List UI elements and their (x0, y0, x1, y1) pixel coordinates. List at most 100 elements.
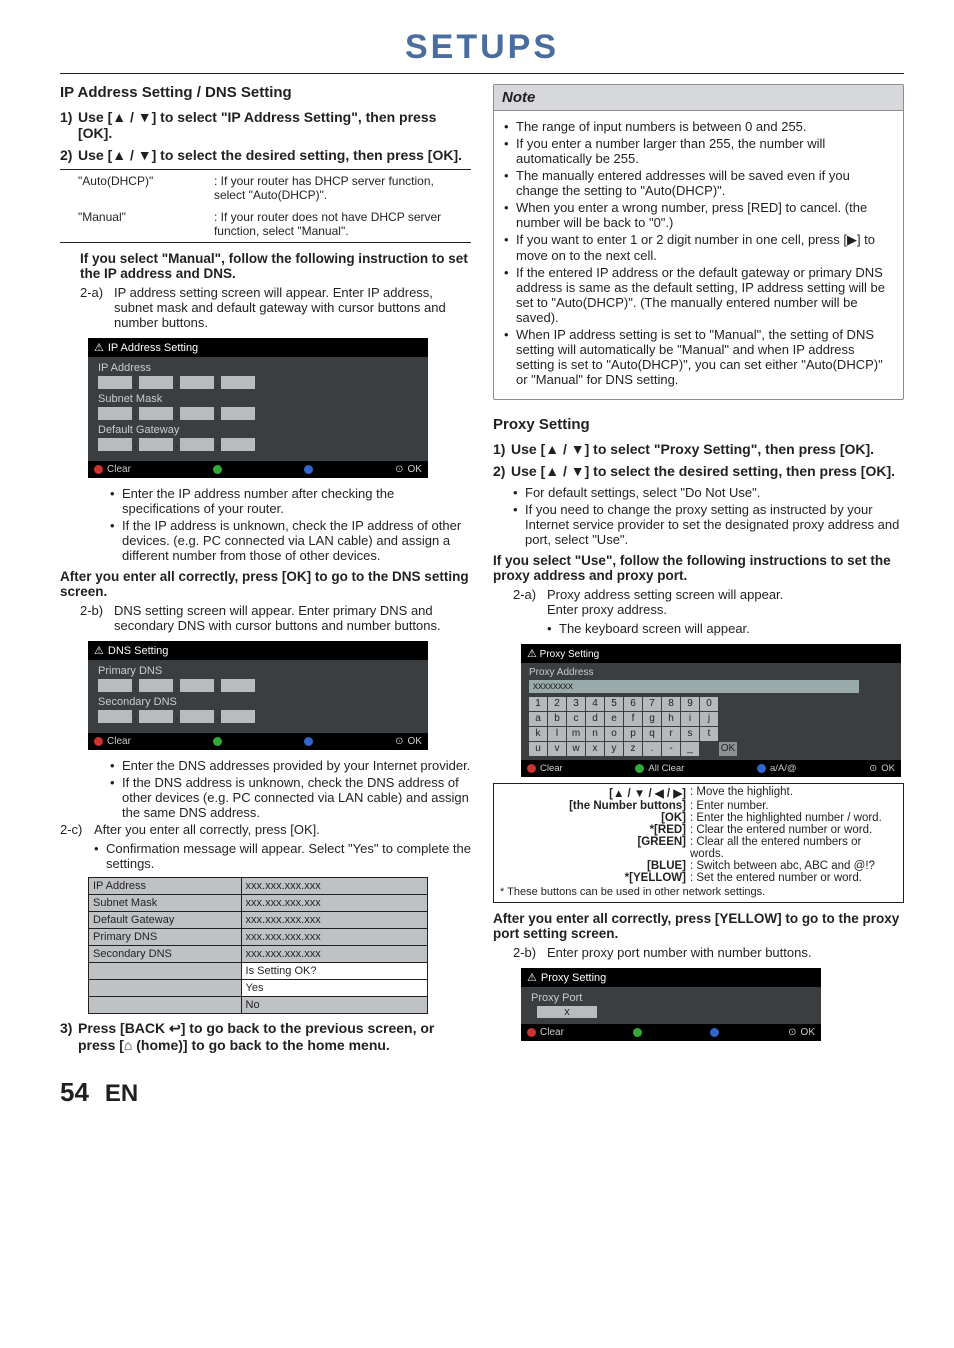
step-number: 2) (60, 147, 78, 163)
keyboard-key[interactable]: s (681, 727, 699, 741)
table-row: "Auto(DHCP)": If your router has DHCP se… (60, 170, 471, 207)
after-ip-head: After you enter all correctly, press [OK… (60, 569, 471, 599)
proxy-port-value[interactable]: x (537, 1006, 597, 1018)
keyboard-key[interactable]: q (643, 727, 661, 741)
keyboard-key[interactable]: . (643, 742, 661, 756)
keyboard-key[interactable]: w (567, 742, 585, 756)
keyboard-key[interactable]: x (586, 742, 604, 756)
screen-title: DNS Setting (108, 645, 169, 657)
table-row: Secondary DNSxxx.xxx.xxx.xxx (89, 946, 428, 963)
keyboard-key[interactable]: u (529, 742, 547, 756)
use-instruction: If you select "Use", follow the followin… (493, 553, 904, 583)
blue-icon (304, 465, 313, 474)
list-item: Confirmation message will appear. Select… (94, 841, 471, 871)
blue-icon (757, 764, 766, 773)
step-1: 1) Use [▲ / ▼] to select "IP Address Set… (60, 109, 471, 141)
keyboard-key[interactable]: r (662, 727, 680, 741)
cell-name: "Manual" (60, 206, 208, 243)
keyboard-key[interactable]: n (586, 727, 604, 741)
ip-row[interactable]: ... (98, 710, 418, 723)
ip-row[interactable]: ... (98, 438, 418, 451)
keyboard-key[interactable]: h (662, 712, 680, 726)
screen-title: Proxy Setting (541, 972, 606, 984)
keyboard-key[interactable]: d (586, 712, 604, 726)
keyboard-key[interactable]: e (605, 712, 623, 726)
keyboard-key[interactable]: v (548, 742, 566, 756)
cell-desc: : If your router does not have DHCP serv… (208, 206, 471, 243)
list-item: Enter the DNS addresses provided by your… (110, 758, 471, 773)
keyboard-key[interactable]: OK (719, 742, 737, 756)
list-item: The manually entered addresses will be s… (504, 168, 893, 198)
substep-num: 2-c) (60, 822, 94, 837)
cell-name: "Auto(DHCP)" (60, 170, 208, 207)
field-label: Secondary DNS (98, 696, 418, 708)
proxy-substep-2a: 2-a) Proxy address setting screen will a… (513, 587, 904, 617)
keyboard-key[interactable]: 9 (681, 697, 699, 711)
after-proxy-head: After you enter all correctly, press [YE… (493, 911, 904, 941)
green-icon (633, 1028, 642, 1037)
keyboard-key[interactable]: _ (681, 742, 699, 756)
keyboard-key[interactable]: y (605, 742, 623, 756)
keyboard-key[interactable]: 6 (624, 697, 642, 711)
step-2: 2) Use [▲ / ▼] to select the desired set… (60, 147, 471, 163)
page-title: SETUPS (60, 28, 904, 67)
keyboard-key[interactable]: g (643, 712, 661, 726)
red-icon (527, 764, 536, 773)
table-row: No (89, 997, 428, 1014)
keyboard-key[interactable]: f (624, 712, 642, 726)
keyboard-key[interactable]: z (624, 742, 642, 756)
substep-2c: 2-c) After you enter all correctly, pres… (60, 822, 471, 837)
step-text: Use [▲ / ▼] to select "IP Address Settin… (78, 109, 471, 141)
screen-title: Proxy Setting (540, 649, 599, 660)
keyboard-key[interactable]: c (567, 712, 585, 726)
keyboard-key[interactable]: t (700, 727, 718, 741)
allclear-hint: All Clear (635, 763, 684, 774)
keyboard-key[interactable]: 8 (662, 697, 680, 711)
keyboard-key[interactable]: 1 (529, 697, 547, 711)
keyboard-grid[interactable]: 1234567890 abcdefghij klmnopqrst uvwxyz.-_ O… (529, 697, 893, 756)
keyboard-key[interactable]: b (548, 712, 566, 726)
keyboard-key[interactable]: 3 (567, 697, 585, 711)
step-text: Use [▲ / ▼] to select "Proxy Setting", t… (511, 441, 904, 457)
keyboard-key[interactable]: o (605, 727, 623, 741)
keyboard-key[interactable]: p (624, 727, 642, 741)
keyboard-key[interactable]: 5 (605, 697, 623, 711)
right-column: Note The range of input numbers is betwe… (493, 84, 904, 1059)
ip-row[interactable]: ... (98, 407, 418, 420)
keyboard-key[interactable]: m (567, 727, 585, 741)
page-number: 54 (60, 1077, 89, 1108)
ip-row[interactable]: ... (98, 679, 418, 692)
ip-row[interactable]: ... (98, 376, 418, 389)
page-language: EN (105, 1080, 138, 1108)
proxy-address-value[interactable]: xxxxxxxx (529, 680, 859, 693)
red-icon (527, 1028, 536, 1037)
substep-text: IP address setting screen will appear. E… (114, 285, 471, 330)
clear-hint: Clear (94, 736, 131, 747)
legend-row: [the Number buttons]: Enter number. (500, 800, 897, 812)
substep-text: After you enter all correctly, press [OK… (94, 822, 471, 837)
keyboard-key[interactable]: 0 (700, 697, 718, 711)
step-number: 3) (60, 1020, 78, 1053)
keyboard-key[interactable]: - (662, 742, 680, 756)
screen-title: IP Address Setting (108, 342, 198, 354)
table-row: Subnet Maskxxx.xxx.xxx.xxx (89, 895, 428, 912)
step-text: Use [▲ / ▼] to select the desired settin… (511, 463, 904, 479)
substep-num: 2-a) (513, 587, 547, 617)
keyboard-key[interactable]: j (700, 712, 718, 726)
substep-text: DNS setting screen will appear. Enter pr… (114, 603, 471, 633)
keyboard-key[interactable]: i (681, 712, 699, 726)
list-item: If the IP address is unknown, check the … (110, 518, 471, 563)
section-heading: IP Address Setting / DNS Setting (60, 84, 471, 101)
field-label: Proxy Address (529, 667, 893, 678)
keyboard-key[interactable]: a (529, 712, 547, 726)
keyboard-key[interactable]: 4 (586, 697, 604, 711)
keyboard-key[interactable]: 2 (548, 697, 566, 711)
keyboard-key[interactable]: 7 (643, 697, 661, 711)
field-label: Primary DNS (98, 665, 418, 677)
keyboard-key[interactable]: l (548, 727, 566, 741)
keyboard-key[interactable]: k (529, 727, 547, 741)
substep-text: Enter proxy port number with number butt… (547, 945, 904, 960)
mode-hint: a/A/@ (757, 763, 797, 774)
green-icon (213, 465, 222, 474)
clear-hint: Clear (527, 1027, 564, 1038)
